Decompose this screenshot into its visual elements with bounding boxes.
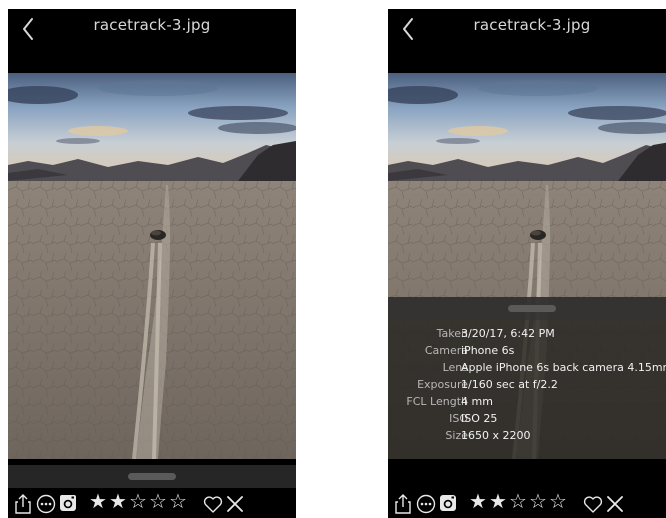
meta-row-camera: Camera iPhone 6s [388,344,666,361]
rating-star-3[interactable]: ☆ [129,490,147,512]
bottom-toolbar: ★ ★ ☆ ☆ ☆ [388,488,666,518]
drawer-handle[interactable] [128,473,176,480]
metadata-list: Taken 3/20/17, 6:42 PM Camera iPhone 6s … [388,327,666,446]
rating-star-5[interactable]: ☆ [549,490,567,512]
rating-star-3[interactable]: ☆ [509,490,527,512]
drawer-handle[interactable] [508,305,556,312]
page-title: racetrack-3.jpg [93,16,211,34]
instagram-icon[interactable] [439,494,457,512]
rating-star-5[interactable]: ☆ [169,490,187,512]
rating-star-1[interactable]: ★ [89,490,107,512]
more-icon[interactable] [416,494,436,514]
heart-icon[interactable] [583,496,603,513]
meta-row-size: Size 1650 x 2200 [388,429,666,446]
close-icon[interactable] [226,495,244,513]
rating-star-2[interactable]: ★ [109,490,127,512]
heart-icon[interactable] [203,496,223,513]
share-icon[interactable] [15,494,31,514]
meta-label: FCL Length [406,395,468,408]
share-icon[interactable] [395,494,411,514]
meta-value: iPhone 6s [461,344,515,357]
info-panel: Taken 3/20/17, 6:42 PM Camera iPhone 6s … [388,297,666,459]
meta-row-taken: Taken 3/20/17, 6:42 PM [388,327,666,344]
rating-star-1[interactable]: ★ [469,490,487,512]
meta-value: 1650 x 2200 [461,429,531,442]
close-icon[interactable] [606,495,624,513]
rating-star-4[interactable]: ☆ [529,490,547,512]
meta-row-fcl-length: FCL Length 4 mm [388,395,666,412]
photo-image[interactable] [8,73,296,459]
meta-value: 4 mm [461,395,493,408]
meta-value: ISO 25 [461,412,498,425]
more-icon[interactable] [36,494,56,514]
meta-value: 1/160 sec at f/2.2 [461,378,558,391]
meta-value: Apple iPhone 6s back camera 4.15mm... [461,361,666,374]
meta-row-lens: Lens Apple iPhone 6s back camera 4.15mm.… [388,361,666,378]
top-bar: racetrack-3.jpg [388,9,666,73]
info-drawer[interactable] [8,465,296,488]
top-bar: racetrack-3.jpg [8,9,296,73]
photo-viewer-info-screen: racetrack-3.jpg Taken 3/20/17, 6:42 PM C… [388,9,666,518]
instagram-icon[interactable] [59,494,77,512]
meta-row-exposure: Exposure 1/160 sec at f/2.2 [388,378,666,395]
meta-value: 3/20/17, 6:42 PM [461,327,555,340]
rating-star-2[interactable]: ★ [489,490,507,512]
rating-star-4[interactable]: ☆ [149,490,167,512]
meta-row-iso: ISO ISO 25 [388,412,666,429]
bottom-toolbar: ★ ★ ☆ ☆ ☆ [8,488,296,518]
photo-viewer-screen: racetrack-3.jpg ★ ★ ☆ ☆ ☆ [8,9,296,518]
page-title: racetrack-3.jpg [473,16,591,34]
